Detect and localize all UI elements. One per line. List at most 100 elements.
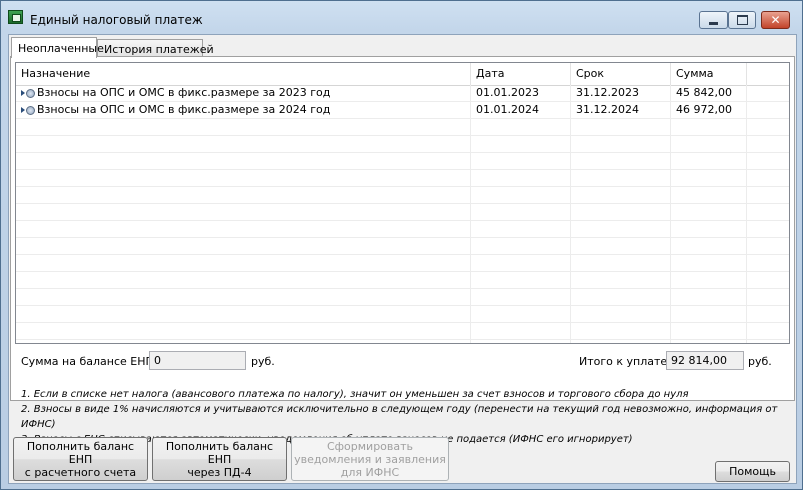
empty-cell bbox=[571, 306, 671, 323]
empty-row bbox=[16, 136, 789, 153]
empty-cell bbox=[471, 340, 571, 343]
empty-cell bbox=[16, 255, 471, 272]
tab-payment-history[interactable]: История платежей bbox=[97, 39, 214, 57]
form-notices-button[interactable]: Сформировать уведомления и заявления для… bbox=[291, 437, 449, 481]
empty-cell bbox=[571, 272, 671, 289]
empty-cell bbox=[471, 255, 571, 272]
empty-cell bbox=[571, 187, 671, 204]
empty-cell bbox=[747, 187, 789, 204]
total-label: Итого к уплате: bbox=[579, 355, 671, 368]
empty-cell bbox=[747, 306, 789, 323]
empty-row bbox=[16, 306, 789, 323]
cell-sum: 45 842,00 bbox=[671, 85, 747, 102]
tab-unpaid[interactable]: Неоплаченные bbox=[11, 37, 104, 58]
empty-cell bbox=[16, 306, 471, 323]
empty-row bbox=[16, 323, 789, 340]
clock-icon bbox=[26, 105, 35, 115]
empty-cell bbox=[671, 340, 747, 343]
empty-cell bbox=[671, 306, 747, 323]
empty-cell bbox=[471, 204, 571, 221]
empty-cell bbox=[571, 255, 671, 272]
expand-arrow-icon[interactable] bbox=[21, 90, 25, 96]
empty-cell bbox=[671, 221, 747, 238]
balance-label: Сумма на балансе ЕНП: bbox=[21, 355, 158, 368]
empty-cell bbox=[471, 187, 571, 204]
table-row[interactable]: Взносы на ОПС и ОМС в фикс.размере за 20… bbox=[16, 102, 789, 119]
empty-cell bbox=[747, 289, 789, 306]
column-header-date[interactable]: Дата bbox=[471, 63, 571, 85]
empty-cell bbox=[16, 221, 471, 238]
empty-cell bbox=[16, 204, 471, 221]
help-button[interactable]: Помощь bbox=[715, 461, 790, 482]
empty-cell bbox=[16, 136, 471, 153]
cell-due: 31.12.2023 bbox=[571, 85, 671, 102]
empty-cell bbox=[671, 136, 747, 153]
balance-field: 0 bbox=[149, 351, 246, 370]
empty-cell bbox=[16, 289, 471, 306]
empty-row bbox=[16, 289, 789, 306]
empty-cell bbox=[747, 238, 789, 255]
empty-row bbox=[16, 255, 789, 272]
client-area: Неоплаченные История платежей Назначение… bbox=[8, 34, 797, 484]
empty-cell bbox=[571, 289, 671, 306]
cell-date: 01.01.2024 bbox=[471, 102, 571, 119]
expand-arrow-icon[interactable] bbox=[21, 107, 25, 113]
clock-icon bbox=[26, 88, 35, 98]
empty-cell bbox=[671, 187, 747, 204]
empty-cell bbox=[471, 221, 571, 238]
empty-cell bbox=[571, 238, 671, 255]
empty-cell bbox=[16, 340, 471, 343]
empty-cell bbox=[671, 289, 747, 306]
empty-cell bbox=[671, 170, 747, 187]
cell-purpose: Взносы на ОПС и ОМС в фикс.размере за 20… bbox=[16, 102, 471, 119]
empty-row bbox=[16, 119, 789, 136]
empty-cell bbox=[571, 340, 671, 343]
empty-cell bbox=[671, 119, 747, 136]
column-header-spacer bbox=[747, 63, 789, 85]
column-header-purpose[interactable]: Назначение bbox=[16, 63, 471, 85]
empty-cell bbox=[471, 119, 571, 136]
empty-cell bbox=[471, 272, 571, 289]
main-window: Единый налоговый платеж ✕ Неоплаченные И… bbox=[0, 0, 803, 490]
empty-cell bbox=[571, 170, 671, 187]
grid-header: Назначение Дата Срок Сумма bbox=[16, 63, 789, 86]
empty-cell bbox=[571, 153, 671, 170]
empty-cell bbox=[671, 153, 747, 170]
empty-cell bbox=[571, 136, 671, 153]
empty-cell bbox=[571, 221, 671, 238]
maximize-button[interactable] bbox=[728, 11, 756, 29]
note-line: 1. Если в списке нет налога (авансового … bbox=[21, 389, 689, 400]
empty-row bbox=[16, 170, 789, 187]
empty-cell bbox=[571, 323, 671, 340]
empty-row bbox=[16, 153, 789, 170]
title-bar[interactable]: Единый налоговый платеж ✕ bbox=[1, 1, 802, 31]
empty-cell bbox=[671, 323, 747, 340]
payments-grid[interactable]: Назначение Дата Срок Сумма Взносы на ОПС… bbox=[15, 62, 790, 344]
app-icon bbox=[8, 10, 23, 24]
empty-row bbox=[16, 221, 789, 238]
empty-cell bbox=[571, 119, 671, 136]
column-header-sum[interactable]: Сумма bbox=[671, 63, 747, 85]
total-field: 92 814,00 bbox=[666, 351, 744, 370]
empty-cell bbox=[471, 289, 571, 306]
empty-cell bbox=[471, 306, 571, 323]
column-header-due[interactable]: Срок bbox=[571, 63, 671, 85]
topup-via-pd4-button[interactable]: Пополнить баланс ЕНП через ПД-4 bbox=[152, 437, 287, 481]
empty-cell bbox=[747, 119, 789, 136]
window-title: Единый налоговый платеж bbox=[30, 13, 203, 27]
note-line: 2. Взносы в виде 1% начисляются и учитыв… bbox=[21, 404, 778, 430]
empty-cell bbox=[747, 323, 789, 340]
minimize-icon bbox=[709, 21, 718, 25]
empty-cell bbox=[747, 340, 789, 343]
maximize-icon bbox=[736, 15, 748, 25]
empty-cell bbox=[671, 272, 747, 289]
empty-cell bbox=[747, 204, 789, 221]
total-unit: руб. bbox=[748, 355, 772, 368]
empty-cell bbox=[16, 119, 471, 136]
empty-cell bbox=[471, 136, 571, 153]
topup-from-account-button[interactable]: Пополнить баланс ЕНП с расчетного счета bbox=[13, 437, 148, 481]
close-button[interactable]: ✕ bbox=[761, 11, 790, 29]
minimize-button[interactable] bbox=[699, 11, 728, 29]
table-row[interactable]: Взносы на ОПС и ОМС в фикс.размере за 20… bbox=[16, 85, 789, 102]
empty-cell bbox=[16, 170, 471, 187]
